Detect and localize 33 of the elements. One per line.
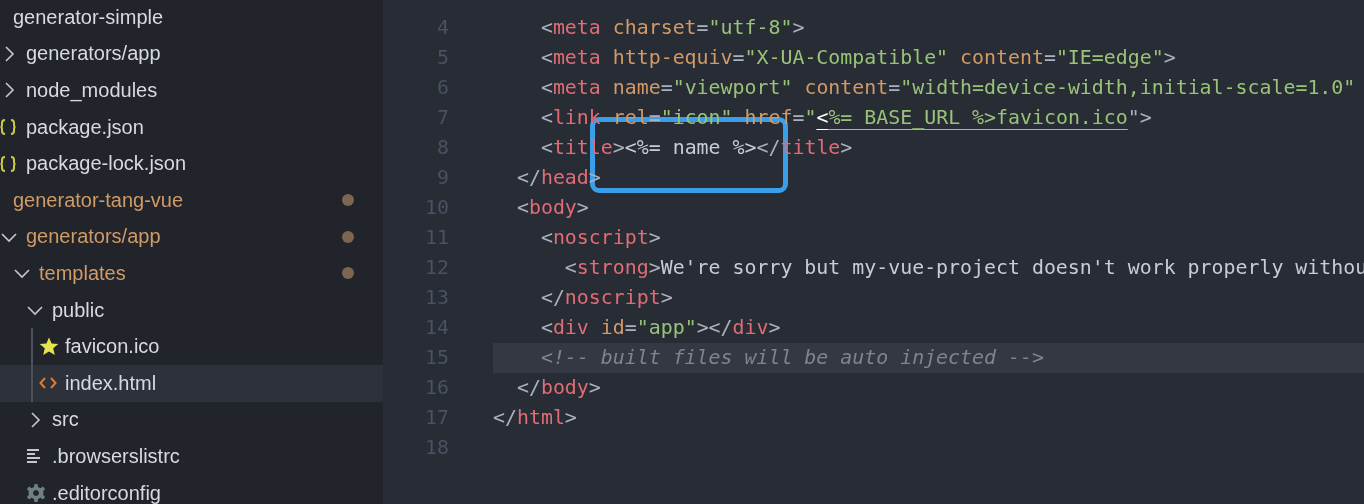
file-item[interactable]: package.json (0, 108, 383, 146)
folder-item[interactable]: node_modules (0, 72, 383, 109)
folder-item[interactable]: public (0, 291, 383, 329)
modified-dot (342, 230, 354, 243)
gear-icon (26, 483, 46, 503)
file-item[interactable]: index.html (0, 364, 383, 402)
file-item[interactable]: .browserslistrc (0, 438, 383, 475)
text-lines-icon (26, 448, 42, 465)
code-line: <noscript> (539, 226, 661, 249)
code-line: </noscript> (539, 286, 673, 309)
code-line: <meta charset="utf-8"> (539, 16, 805, 39)
folder-item[interactable]: templates (0, 255, 383, 292)
code-line: <meta name="viewport" content="width=device-width,initial-scale=1.0" (539, 76, 1356, 99)
code-line: <div id="app"></div> (539, 316, 781, 339)
folder-item[interactable]: generator-simple (0, 0, 383, 36)
modified-dot (342, 267, 354, 280)
code-comment: <!-- built files will be auto injected --> (539, 346, 1044, 369)
folder-item[interactable]: generators/app (0, 218, 383, 256)
code-line: <meta http-equiv="X-UA-Compatible" content="IE=edge"> (539, 46, 1176, 69)
braces-icon (0, 154, 16, 173)
code-line: </body> (515, 376, 601, 399)
code-line: </html> (493, 406, 577, 429)
file-item[interactable]: package-lock.json (0, 145, 383, 182)
star-icon (39, 337, 59, 357)
code-line: <body> (515, 196, 589, 219)
file-item[interactable]: favicon.ico (0, 328, 383, 365)
folder-item[interactable]: generator-tang-vue (0, 181, 383, 219)
folder-item[interactable]: generators/app (0, 35, 383, 73)
braces-icon (0, 118, 16, 137)
code-icon (39, 376, 57, 391)
file-item[interactable]: .editorconfig (0, 474, 383, 504)
modified-dot (342, 194, 354, 207)
folder-item[interactable]: src (0, 401, 383, 439)
